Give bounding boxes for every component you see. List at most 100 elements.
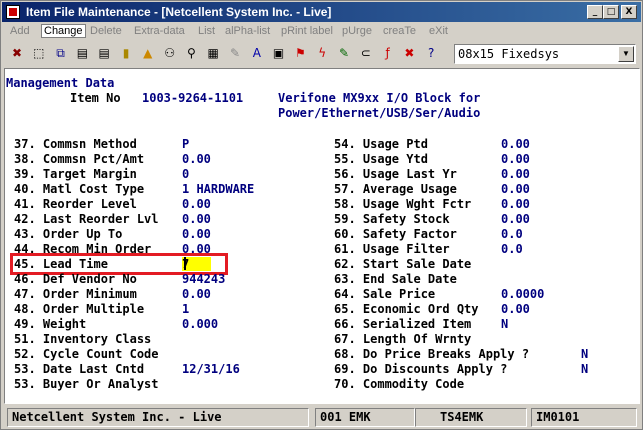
- right-field-value[interactable]: N: [581, 362, 588, 377]
- right-field-label: 57. Average Usage: [334, 182, 457, 196]
- left-field-value[interactable]: 944243: [182, 272, 225, 287]
- left-field-label: 51. Inventory Class: [14, 332, 152, 346]
- left-field-label: 42. Last Reorder Lvl: [14, 212, 159, 226]
- close-button[interactable]: X: [621, 5, 637, 19]
- menu-bar: Add Change Delete Extra-data List alPha-list p…: [2, 23, 641, 41]
- menu-item-alpha-list[interactable]: alPha-list: [225, 25, 270, 37]
- help-arrow-icon[interactable]: ?: [422, 44, 440, 63]
- menu-item-create[interactable]: creaTe: [383, 25, 416, 37]
- chevron-down-icon[interactable]: ▼: [618, 46, 634, 62]
- left-field-label: 52. Cycle Count Code: [14, 347, 159, 361]
- print-icon[interactable]: ▤: [73, 44, 91, 63]
- right-field-value[interactable]: 0.00: [501, 152, 530, 167]
- left-field-value[interactable]: 1 HARDWARE: [182, 182, 254, 197]
- left-field-value[interactable]: 0.00: [182, 197, 211, 212]
- menu-item-change[interactable]: Change: [41, 24, 86, 38]
- left-field-value[interactable]: 0.000: [182, 317, 218, 332]
- left-field-label: 46. Def Vendor No: [14, 272, 137, 286]
- right-field-value[interactable]: N: [501, 317, 508, 332]
- copy-icon[interactable]: ⧉: [52, 44, 70, 63]
- right-field-label: 60. Safety Factor: [334, 227, 457, 241]
- right-field-label: 59. Safety Stock: [334, 212, 450, 226]
- status-program: IM0101: [531, 408, 637, 427]
- link-icon[interactable]: ⊂: [357, 44, 375, 63]
- app-icon[interactable]: [6, 5, 20, 19]
- menu-item-exit[interactable]: eXit: [429, 25, 448, 37]
- left-field-value[interactable]: 0.00: [182, 227, 211, 242]
- right-field-label: 64. Sale Price: [334, 287, 436, 301]
- status-terminal: TS4EMK: [415, 408, 527, 427]
- calculator-icon[interactable]: ▦: [204, 44, 222, 63]
- right-field-label: 55. Usage Ytd: [334, 152, 428, 166]
- edit-page-icon[interactable]: ✎: [335, 44, 353, 63]
- left-field-label: 53. Date Last Cntd: [14, 362, 145, 376]
- new-window-icon[interactable]: ⬚: [30, 44, 48, 63]
- font-select[interactable]: 08x15 Fixedsys ▼: [454, 44, 636, 64]
- lightning-icon[interactable]: ϟ: [313, 44, 331, 63]
- left-field-label: 45. Lead Time: [14, 257, 108, 271]
- menu-item-print-label[interactable]: pRint label: [281, 25, 333, 37]
- paint-icon[interactable]: ✎: [226, 44, 244, 63]
- menu-item-list[interactable]: List: [198, 25, 215, 37]
- left-field-label: 43. Order Up To: [14, 227, 123, 241]
- right-field-value[interactable]: 0.00: [501, 302, 530, 317]
- left-field-label: 49. Weight: [14, 317, 87, 331]
- left-field-value[interactable]: 12/31/16: [182, 362, 240, 377]
- right-field-value[interactable]: 0.00: [501, 182, 530, 197]
- left-field-value[interactable]: 0.00: [182, 212, 211, 227]
- left-field-value[interactable]: 0.00: [182, 287, 211, 302]
- image-icon[interactable]: ▣: [270, 44, 288, 63]
- right-field-label: 65. Economic Ord Qty: [334, 302, 479, 316]
- menu-item-add[interactable]: Add: [10, 25, 30, 37]
- right-field-value[interactable]: 0.0000: [501, 287, 544, 302]
- status-bar: Netcellent System Inc. - Live 001 EMK TS…: [4, 407, 640, 428]
- right-field-value[interactable]: 0.00: [501, 167, 530, 182]
- lock-icon[interactable]: ▮: [117, 44, 135, 63]
- binoculars-icon[interactable]: ⚇: [161, 44, 179, 63]
- left-field-label: 38. Commsn Pct/Amt: [14, 152, 145, 166]
- left-field-label: 39. Target Margin: [14, 167, 137, 181]
- left-field-value[interactable]: 1: [182, 302, 189, 317]
- close-x-icon[interactable]: ✖: [8, 44, 26, 63]
- font-icon[interactable]: A: [248, 44, 266, 63]
- menu-item-purge[interactable]: pUrge: [342, 25, 372, 37]
- item-no-value: 1003-9264-1101: [142, 91, 244, 105]
- flag-icon[interactable]: ⚑: [291, 44, 309, 63]
- left-field-value[interactable]: 7: [182, 257, 189, 272]
- right-field-value[interactable]: N: [581, 347, 588, 362]
- right-field-value[interactable]: 0.0: [501, 242, 523, 257]
- right-field-value[interactable]: 0.00: [501, 197, 530, 212]
- menu-item-delete[interactable]: Delete: [90, 25, 122, 37]
- magnify-icon[interactable]: ⚲: [182, 44, 200, 63]
- left-field-label: 48. Order Multiple: [14, 302, 145, 316]
- right-field-label: 62. Start Sale Date: [334, 257, 472, 271]
- item-file-maintenance-window: Item File Maintenance - [Netcellent Syst…: [0, 0, 643, 430]
- window-title: Item File Maintenance - [Netcellent Syst…: [26, 5, 332, 19]
- right-field-label: 70. Commodity Code: [334, 377, 465, 391]
- status-session: 001 EMK: [315, 408, 415, 427]
- left-field-value[interactable]: 0: [182, 167, 189, 182]
- left-field-value[interactable]: 0.00: [182, 242, 211, 257]
- terminal-screen[interactable]: Management Data Item No 1003-9264-1101 V…: [4, 68, 640, 404]
- right-field-value[interactable]: 0.00: [501, 137, 530, 152]
- left-field-value[interactable]: P: [182, 137, 189, 152]
- left-field-label: 47. Order Minimum: [14, 287, 137, 301]
- title-bar[interactable]: Item File Maintenance - [Netcellent Syst…: [2, 2, 641, 22]
- right-field-label: 54. Usage Ptd: [334, 137, 428, 151]
- right-field-value[interactable]: 0.0: [501, 227, 523, 242]
- left-field-label: 40. Matl Cost Type: [14, 182, 145, 196]
- right-field-value[interactable]: 0.00: [501, 212, 530, 227]
- left-field-value[interactable]: 0.00: [182, 152, 211, 167]
- minimize-button[interactable]: _: [587, 5, 603, 19]
- right-field-label: 69. Do Discounts Apply ?: [334, 362, 508, 376]
- right-field-label: 67. Length Of Wrnty: [334, 332, 472, 346]
- alert-icon[interactable]: ▲: [139, 44, 157, 63]
- item-no-label: Item No: [70, 91, 121, 105]
- menu-item-extra-data[interactable]: Extra-data: [134, 25, 185, 37]
- notes-icon[interactable]: ▤: [95, 44, 113, 63]
- maximize-button[interactable]: □: [603, 5, 619, 19]
- cancel-page-icon[interactable]: ✖: [400, 44, 418, 63]
- function-icon[interactable]: ƒ: [379, 44, 397, 63]
- left-field-label: 53. Buyer Or Analyst: [14, 377, 159, 391]
- left-field-label: 37. Commsn Method: [14, 137, 137, 151]
